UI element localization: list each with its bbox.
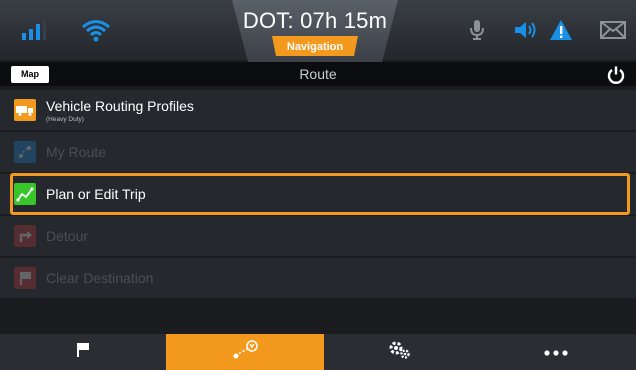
dot-timer-panel: DOT: 07h 15m Navigation [232, 0, 398, 62]
speaker-icon[interactable] [510, 0, 544, 60]
menu-item-my-route: My Route [0, 132, 636, 173]
power-icon[interactable] [606, 65, 626, 85]
more-icon [544, 343, 568, 361]
settings-icon [388, 340, 412, 365]
menu-item-clear-destination: Clear Destination [0, 258, 636, 299]
tab-destination[interactable] [0, 334, 166, 370]
map-button[interactable]: Map [11, 66, 49, 83]
tab-route[interactable] [166, 334, 324, 370]
flag-icon [76, 342, 90, 363]
tab-more[interactable] [476, 334, 636, 370]
status-bar: DOT: 07h 15m Navigation [0, 0, 636, 62]
menu-item-label: Vehicle Routing Profiles [46, 97, 194, 114]
navigation-tag: Navigation [286, 41, 344, 53]
truck-icon [14, 99, 36, 121]
title-bar: Route Map [0, 62, 636, 86]
menu-item-vehicle-routing-profiles[interactable]: Vehicle Routing Profiles (Heavy Duty) [0, 90, 636, 131]
selection-highlight [10, 173, 630, 215]
signal-icon [16, 0, 52, 60]
menu-item-label: Clear Destination [46, 270, 154, 286]
wifi-icon [76, 0, 116, 60]
detour-icon [14, 225, 36, 247]
route-tab-icon [230, 339, 260, 366]
clear-destination-icon [14, 267, 36, 289]
microphone-icon[interactable] [460, 0, 494, 60]
menu-item-sublabel: (Heavy Duty) [46, 115, 84, 123]
route-icon [14, 141, 36, 163]
mail-icon[interactable] [596, 0, 630, 60]
dot-hours-label: DOT: 07h 15m [242, 8, 388, 33]
tab-settings[interactable] [324, 334, 476, 370]
menu-item-label: My Route [46, 144, 106, 160]
bottom-nav-bar [0, 334, 636, 370]
menu-item-label: Detour [46, 228, 89, 244]
warning-icon[interactable] [544, 0, 578, 60]
page-title: Route [299, 66, 337, 82]
menu-item-detour: Detour [0, 216, 636, 257]
